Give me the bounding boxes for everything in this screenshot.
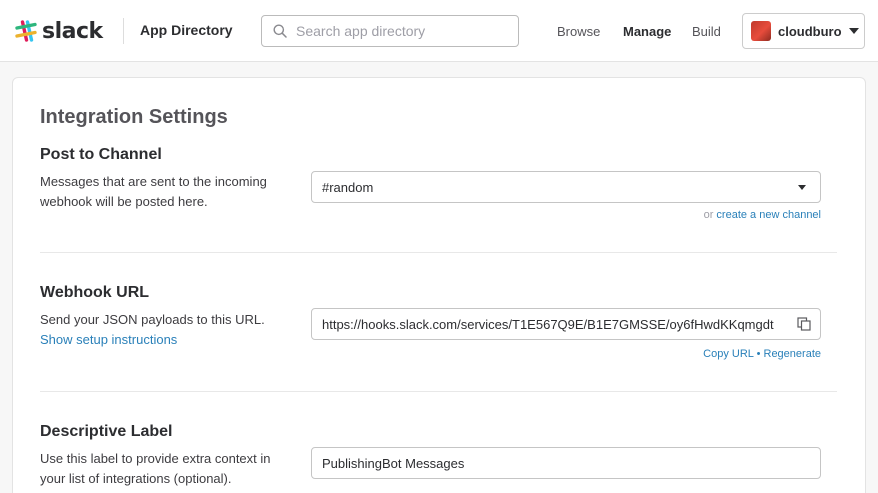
descriptive-label-description: Use this label to provide extra context … <box>40 451 271 486</box>
section-divider <box>40 391 837 392</box>
nav-build[interactable]: Build <box>692 24 721 39</box>
search-input[interactable] <box>296 23 496 39</box>
channel-select-value: #random <box>322 179 374 195</box>
post-to-channel-description: Messages that are sent to the incoming w… <box>40 174 267 209</box>
webhook-url-heading: Webhook URL <box>40 284 150 301</box>
descriptive-label-input[interactable]: PublishingBot Messages <box>311 447 821 479</box>
search-icon <box>273 24 287 38</box>
caret-down-icon <box>848 28 859 34</box>
team-switcher[interactable]: cloudburo <box>742 13 865 49</box>
nav-manage[interactable]: Manage <box>623 24 671 39</box>
webhook-actions: Copy URL • Regenerate <box>703 348 821 360</box>
top-bar: slack App Directory Browse Manage Build … <box>0 0 878 62</box>
nav-browse[interactable]: Browse <box>557 24 600 39</box>
or-text: or <box>703 209 717 221</box>
section-divider <box>40 252 837 253</box>
actions-separator: • <box>756 348 761 360</box>
descriptive-label-value: PublishingBot Messages <box>322 455 465 471</box>
team-avatar <box>751 21 771 41</box>
webhook-url-value: https://hooks.slack.com/services/T1E567Q… <box>322 316 774 332</box>
descriptive-label-heading: Descriptive Label <box>40 423 173 440</box>
channel-select[interactable]: #random <box>311 171 821 203</box>
slack-logo[interactable]: slack <box>14 17 103 45</box>
search-box[interactable] <box>261 15 519 47</box>
post-to-channel-heading: Post to Channel <box>40 146 162 163</box>
webhook-url-description: Send your JSON payloads to this URL. <box>40 312 265 327</box>
page-title: Integration Settings <box>40 106 228 128</box>
show-setup-instructions-link[interactable]: Show setup instructions <box>40 330 290 350</box>
slack-wordmark: slack <box>42 18 103 44</box>
regenerate-link[interactable]: Regenerate <box>764 348 822 360</box>
create-channel-hint: or create a new channel <box>704 209 821 221</box>
create-channel-link[interactable]: create a new channel <box>716 209 821 221</box>
app-directory-link[interactable]: App Directory <box>140 22 233 38</box>
team-name: cloudburo <box>778 23 842 39</box>
copy-url-link[interactable]: Copy URL <box>703 348 753 360</box>
slack-logo-icon <box>15 20 37 42</box>
webhook-url-field[interactable]: https://hooks.slack.com/services/T1E567Q… <box>311 308 821 340</box>
header-divider <box>123 18 124 44</box>
copy-icon[interactable] <box>797 317 811 331</box>
caret-down-icon <box>798 185 806 190</box>
